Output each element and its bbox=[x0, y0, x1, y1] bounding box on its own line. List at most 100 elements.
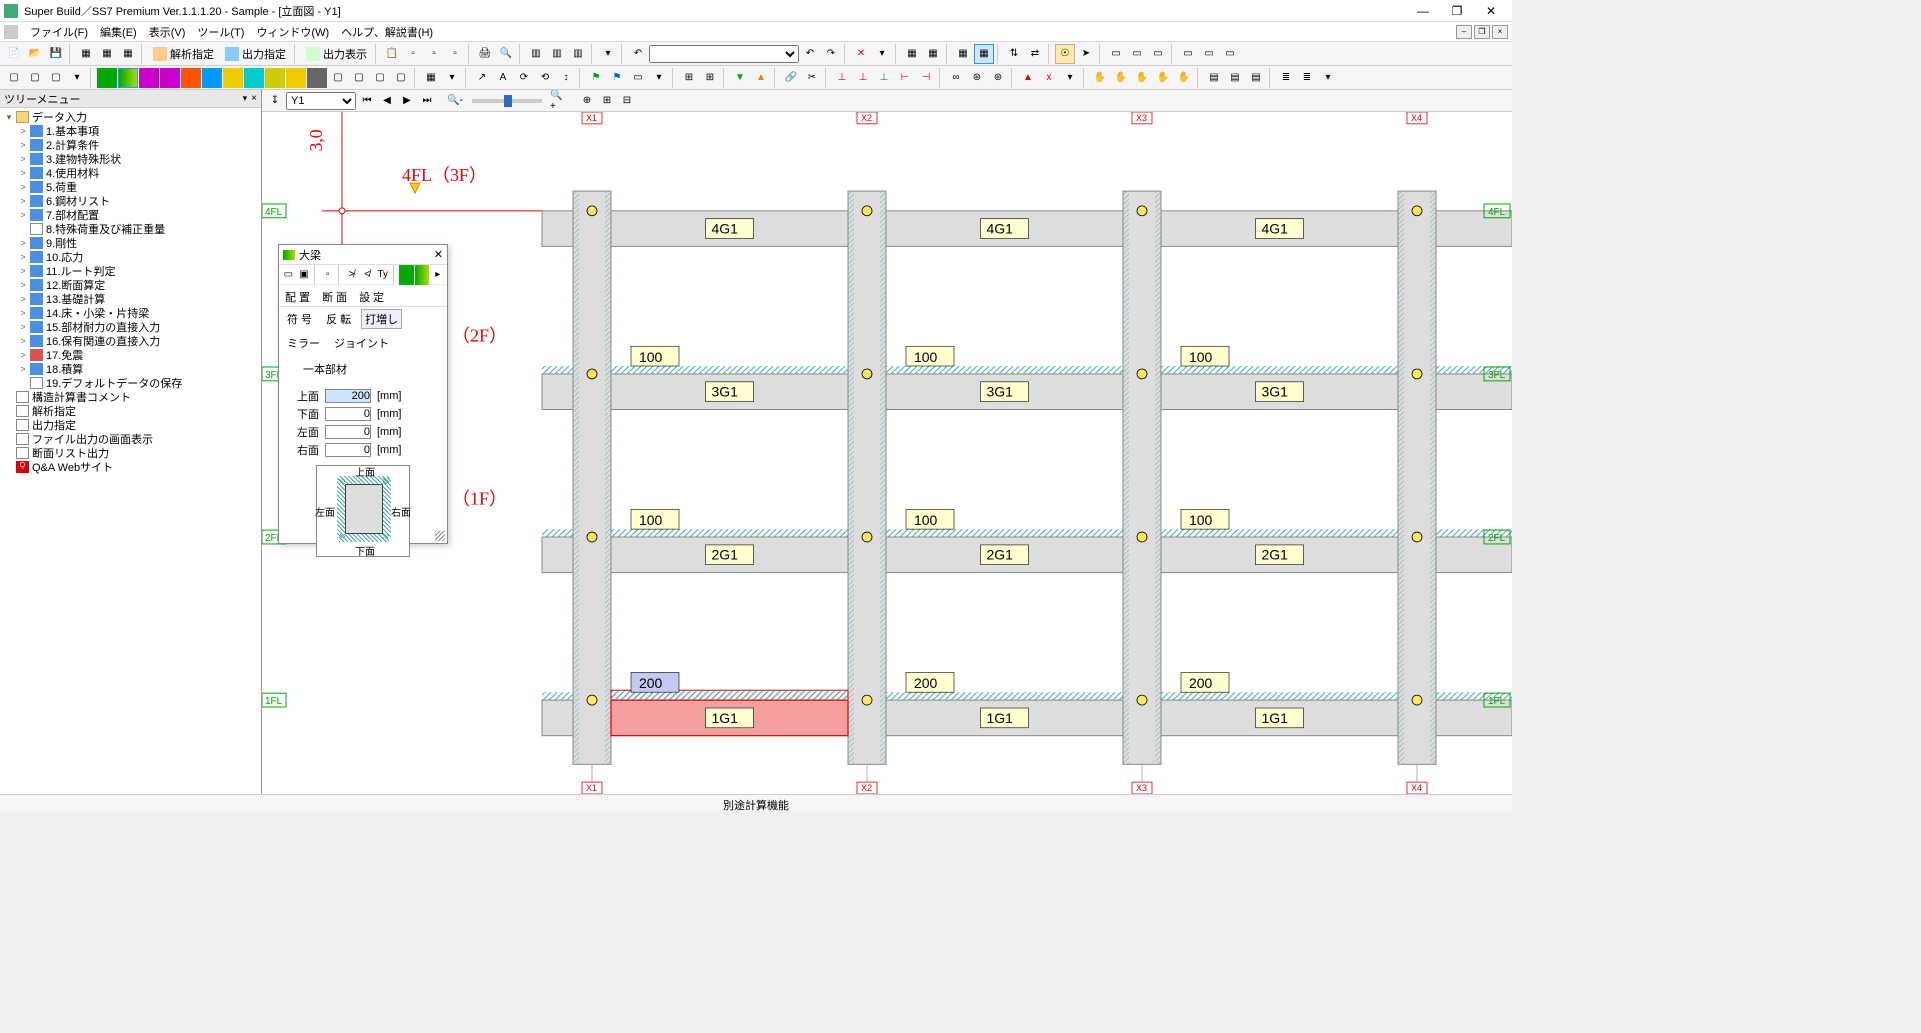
tb-cb2-icon[interactable]: ▭ bbox=[1199, 44, 1219, 64]
tb2-xx-icon[interactable]: x bbox=[1039, 68, 1059, 88]
tree-item[interactable]: >6.鋼材リスト bbox=[18, 194, 259, 208]
tree-extra-item[interactable]: QQ&A Webサイト bbox=[4, 460, 259, 474]
tb2-ogirder-icon[interactable] bbox=[118, 68, 138, 88]
dlg-sub-add[interactable]: 打増し bbox=[361, 309, 402, 329]
tb2-col-yl-icon[interactable] bbox=[223, 68, 243, 88]
mdi-minimize-button[interactable]: – bbox=[1456, 25, 1472, 39]
tb2-warn-icon[interactable]: ▲ bbox=[1018, 68, 1038, 88]
dialog-close-icon[interactable]: ✕ bbox=[434, 248, 443, 261]
menu-file[interactable]: ファイル(F) bbox=[24, 22, 94, 42]
tree-item[interactable]: >16.保有関連の直接入力 bbox=[18, 334, 259, 348]
tb2-ex1-icon[interactable]: ▢ bbox=[328, 68, 348, 88]
tb2-l2-icon[interactable]: ✂ bbox=[802, 68, 822, 88]
tb2-h3-icon[interactable]: ✋ bbox=[1132, 68, 1152, 88]
canvas-lock-icon[interactable]: ↧ bbox=[266, 92, 284, 110]
dlg-sub-onebeam[interactable]: 一本部材 bbox=[299, 359, 351, 379]
tb2-f4-icon[interactable]: ▾ bbox=[649, 68, 669, 88]
tree-item[interactable]: >13.基礎計算 bbox=[18, 292, 259, 306]
tb2-col-mag-icon[interactable] bbox=[139, 68, 159, 88]
tb-history-select[interactable] bbox=[649, 45, 799, 63]
fit-icon[interactable]: ⊕ bbox=[578, 92, 596, 110]
tb2-col-mag2-icon[interactable] bbox=[160, 68, 180, 88]
tb-redo-icon[interactable]: ↷ bbox=[821, 44, 841, 64]
tb2-st3-icon[interactable]: ▾ bbox=[1318, 68, 1338, 88]
tb2-inf-icon[interactable]: ∞ bbox=[946, 68, 966, 88]
mdi-close-button[interactable]: × bbox=[1492, 25, 1508, 39]
menu-help[interactable]: ヘルプ、解説書(H) bbox=[335, 22, 439, 42]
tree-extra-item[interactable]: 構造計算書コメント bbox=[4, 390, 259, 404]
tb2-st1-icon[interactable]: ≣ bbox=[1276, 68, 1296, 88]
tb2-f3-icon[interactable]: ▭ bbox=[628, 68, 648, 88]
menu-window[interactable]: ウィンドウ(W) bbox=[250, 22, 335, 42]
dlg-tb8-icon[interactable] bbox=[415, 265, 430, 285]
tb2-a3-icon[interactable]: ▢ bbox=[46, 68, 66, 88]
tb-view3-icon[interactable]: ▦ bbox=[974, 44, 994, 64]
tree-item[interactable]: >18.積算 bbox=[18, 362, 259, 376]
tb2-col-gr-icon[interactable] bbox=[307, 68, 327, 88]
tb2-l1-icon[interactable]: 🔗 bbox=[781, 68, 801, 88]
tb-save-icon[interactable]: 💾 bbox=[46, 44, 66, 64]
dlg-tab-settings[interactable]: 設 定 bbox=[357, 289, 386, 306]
tb-output-spec-button[interactable]: 出力指定 bbox=[220, 44, 291, 64]
tb2-flag2-icon[interactable]: ⚑ bbox=[607, 68, 627, 88]
zoom-in-icon[interactable]: 🔍+ bbox=[550, 92, 568, 110]
tb2-s1-icon[interactable]: ▼ bbox=[730, 68, 750, 88]
tb-copy-icon[interactable]: 📋 bbox=[382, 44, 402, 64]
dlg-tab-section[interactable]: 断 面 bbox=[320, 289, 349, 306]
tb2-table3-icon[interactable]: ▤ bbox=[1246, 68, 1266, 88]
tree-close-icon[interactable]: × bbox=[251, 93, 257, 104]
nav-first-icon[interactable]: ⏮ bbox=[358, 92, 376, 110]
tree-extra-item[interactable]: 出力指定 bbox=[4, 418, 259, 432]
tb-g3-icon[interactable]: ▥ bbox=[568, 44, 588, 64]
tb-w3-icon[interactable]: ▭ bbox=[1148, 44, 1168, 64]
tb-view2-icon[interactable]: ▦ bbox=[923, 44, 943, 64]
tb-preview-icon[interactable]: 🔍 bbox=[496, 44, 516, 64]
tb2-h2-icon[interactable]: ✋ bbox=[1111, 68, 1131, 88]
minimize-button[interactable]: — bbox=[1406, 1, 1440, 21]
tree-extra-item[interactable]: 断面リスト出力 bbox=[4, 446, 259, 460]
mdi-restore-button[interactable]: ❐ bbox=[1474, 25, 1490, 39]
dlg-tb4-icon[interactable]: ≯ bbox=[344, 265, 359, 285]
tb2-a4-icon[interactable]: ▾ bbox=[67, 68, 87, 88]
dialog-resize-grip[interactable] bbox=[435, 531, 445, 541]
tb2-flag1-icon[interactable]: ⚑ bbox=[586, 68, 606, 88]
tb2-p1-icon[interactable]: ⊥ bbox=[832, 68, 852, 88]
tb2-col-y3-icon[interactable] bbox=[286, 68, 306, 88]
frame-select[interactable]: Y1 bbox=[286, 92, 356, 110]
tb-undo-drop-icon[interactable]: ↶ bbox=[628, 44, 648, 64]
dlg-sub-reverse[interactable]: 反 転 bbox=[322, 309, 355, 329]
tb-cb3-icon[interactable]: ▭ bbox=[1220, 44, 1240, 64]
tb-d3-icon[interactable]: ▫ bbox=[445, 44, 465, 64]
tree-body[interactable]: ▾ データ入力 >1.基本事項>2.計算条件>3.建物特殊形状>4.使用材料>5… bbox=[0, 108, 261, 794]
tb2-col-or-icon[interactable] bbox=[181, 68, 201, 88]
tb-g2-icon[interactable]: ▥ bbox=[547, 44, 567, 64]
tb2-t1-icon[interactable]: ⊞ bbox=[679, 68, 699, 88]
drawing-canvas[interactable]: 4FL（3F） 3,0 （2F） （1F） 4G14G14G11003G1100… bbox=[262, 112, 1512, 794]
tb-open-icon[interactable]: 📂 bbox=[25, 44, 45, 64]
tree-item[interactable]: >9.剛性 bbox=[18, 236, 259, 250]
tb-w2-icon[interactable]: ▭ bbox=[1127, 44, 1147, 64]
tb2-h5-icon[interactable]: ✋ bbox=[1174, 68, 1194, 88]
bottom-input[interactable] bbox=[325, 407, 371, 421]
fith-icon[interactable]: ⊞ bbox=[598, 92, 616, 110]
right-input[interactable] bbox=[325, 443, 371, 457]
tb2-z1-icon[interactable]: ▾ bbox=[1060, 68, 1080, 88]
tb2-n1-icon[interactable]: ⊛ bbox=[967, 68, 987, 88]
fitv-icon[interactable]: ⊟ bbox=[618, 92, 636, 110]
tb2-a1-icon[interactable]: ▢ bbox=[4, 68, 24, 88]
tree-item[interactable]: >1.基本事項 bbox=[18, 124, 259, 138]
nav-last-icon[interactable]: ⏭ bbox=[418, 92, 436, 110]
tb2-h1-icon[interactable]: ✋ bbox=[1090, 68, 1110, 88]
tree-item[interactable]: >7.部材配置 bbox=[18, 208, 259, 222]
tree-item[interactable]: >12.断面算定 bbox=[18, 278, 259, 292]
nav-prev-icon[interactable]: ◀ bbox=[378, 92, 396, 110]
tb2-st2-icon[interactable]: ≣ bbox=[1297, 68, 1317, 88]
tb-grid-icon[interactable]: ▦ bbox=[953, 44, 973, 64]
tb2-ex3-icon[interactable]: ▢ bbox=[370, 68, 390, 88]
dlg-tb2-icon[interactable]: ▣ bbox=[297, 265, 312, 285]
tb2-col-green-icon[interactable] bbox=[97, 68, 117, 88]
tb-print-icon[interactable]: 🖨 bbox=[475, 44, 495, 64]
menu-edit[interactable]: 編集(E) bbox=[94, 22, 143, 42]
tb-undo-icon[interactable]: ↶ bbox=[800, 44, 820, 64]
tb-new-icon[interactable]: 📄 bbox=[4, 44, 24, 64]
